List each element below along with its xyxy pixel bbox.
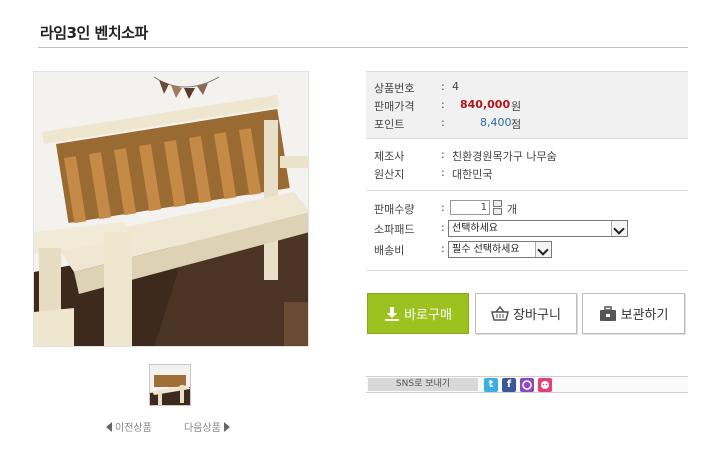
origin-row: 원산지 : 대한민국 [366, 166, 688, 184]
colon: : [441, 98, 445, 111]
kakaotalk-icon[interactable] [538, 378, 552, 392]
point-label: 포인트 [374, 118, 405, 131]
buy-now-label: 바로구매 [404, 308, 452, 323]
product-code-label: 상품번호 [374, 82, 415, 95]
basket-icon [491, 305, 510, 321]
prev-product-label: 이전상품 [115, 423, 152, 434]
wishlist-label: 보관하기 [620, 308, 669, 323]
shipping-row: 배송비 : 필수 선택하세요 [366, 241, 688, 260]
maker-value: 친환경원목가구 나무숨 [452, 150, 557, 163]
maker-info: 제조사 : 친환경원목가구 나무숨 원산지 : 대한민국 [366, 148, 688, 188]
maker-label: 제조사 [374, 150, 405, 163]
origin-value: 대한민국 [452, 168, 493, 181]
chevron-down-icon [535, 242, 551, 257]
arrow-right-icon [223, 421, 230, 432]
price-row: 판매가격 : 840,000 원 [366, 98, 688, 116]
origin-label: 원산지 [374, 168, 405, 181]
option-info: 판매수량 : 1 개 소파패드 : 선택하세요 배송비 : 필수 선택하세요 [366, 200, 688, 261]
facebook-icon[interactable]: f [502, 378, 516, 392]
colon: : [441, 201, 445, 214]
divider [366, 270, 688, 271]
kakaostory-icon[interactable] [520, 378, 534, 392]
prev-product-link[interactable]: 이전상품 [106, 419, 152, 434]
quantity-input[interactable]: 1 [450, 200, 490, 215]
quantity-label: 판매수량 [374, 203, 415, 216]
buy-now-button[interactable]: 바로구매 [367, 293, 469, 334]
colon: : [441, 148, 445, 161]
briefcase-icon [599, 305, 616, 321]
sns-share-bar: SNS로 보내기 t f [366, 376, 688, 393]
shipping-label: 배송비 [374, 244, 405, 257]
price-label: 판매가격 [374, 100, 415, 113]
cart-label: 장바구니 [513, 308, 561, 323]
next-product-link[interactable]: 다음상품 [184, 419, 230, 434]
product-code-row: 상품번호 : 4 [366, 80, 688, 98]
shipping-selected: 필수 선택하세요 [452, 244, 520, 255]
colon: : [441, 80, 445, 93]
colon: : [441, 221, 445, 234]
product-image [33, 71, 309, 347]
sofa-pad-selected: 선택하세요 [452, 223, 498, 234]
quantity-unit: 개 [507, 203, 518, 216]
sofa-pad-label: 소파패드 [374, 223, 415, 236]
chevron-down-icon [611, 221, 627, 236]
quantity-down-button[interactable] [493, 208, 502, 215]
colon: : [441, 116, 445, 129]
point-value: 8,400 [480, 116, 512, 129]
sofa-pad-select[interactable]: 선택하세요 [448, 220, 628, 237]
arrow-left-icon [106, 421, 112, 432]
point-row: 포인트 : 8,400 점 [366, 116, 688, 134]
price-value: 840,000 [460, 98, 511, 111]
maker-row: 제조사 : 친환경원목가구 나무숨 [366, 148, 688, 166]
page-title: 라임3인 벤치소파 [40, 24, 148, 42]
colon: : [441, 242, 445, 255]
twitter-icon[interactable]: t [484, 378, 498, 392]
sofa-pad-row: 소파패드 : 선택하세요 [366, 220, 688, 239]
divider [366, 138, 688, 139]
download-icon [385, 306, 400, 321]
wishlist-button[interactable]: 보관하기 [582, 293, 685, 334]
colon: : [441, 166, 445, 179]
price-unit: 원 [511, 100, 522, 113]
cart-button[interactable]: 장바구니 [475, 293, 577, 334]
price-info-box: 상품번호 : 4 판매가격 : 840,000 원 포인트 : 8,400 점 [366, 71, 688, 138]
quantity-up-button[interactable] [493, 200, 502, 207]
divider [366, 190, 688, 191]
sns-label: SNS로 보내기 [368, 378, 478, 391]
shipping-select[interactable]: 필수 선택하세요 [448, 241, 552, 258]
product-code-value: 4 [452, 80, 459, 93]
next-product-label: 다음상품 [184, 423, 221, 434]
quantity-row: 판매수량 : 1 개 [366, 200, 688, 219]
title-divider [38, 47, 688, 48]
point-unit: 점 [511, 118, 522, 131]
product-thumbnail[interactable] [149, 364, 191, 406]
